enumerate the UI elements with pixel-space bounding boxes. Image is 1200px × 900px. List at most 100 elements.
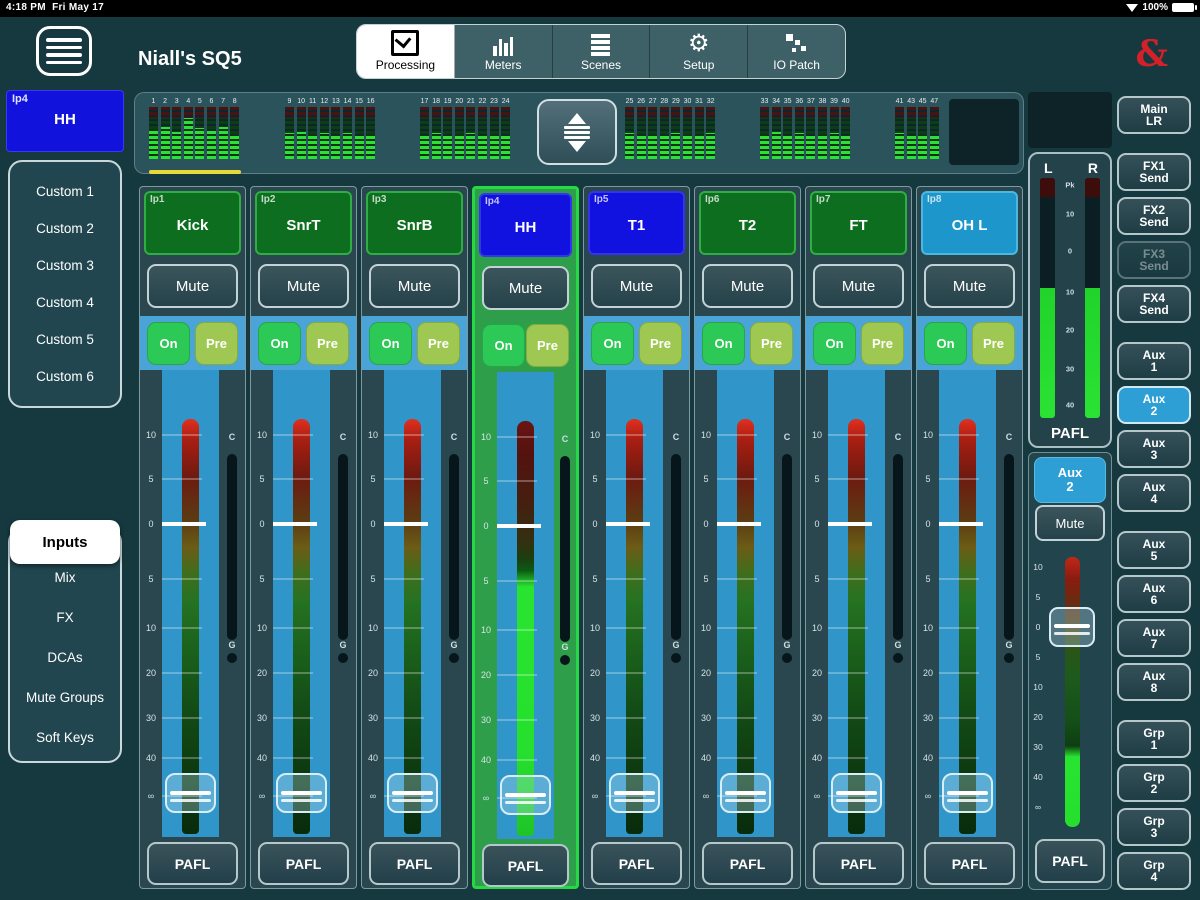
channel-name-button[interactable]: Ip5 T1	[588, 191, 685, 255]
aux-master-mute-button[interactable]: Mute	[1035, 505, 1105, 541]
mix-select-aux-5[interactable]: Aux 5	[1117, 531, 1191, 569]
channel-name-button[interactable]: Ip6 T2	[699, 191, 796, 255]
mix-select-aux-4[interactable]: Aux 4	[1117, 474, 1191, 512]
meter-bank-2[interactable]: 9 10 11 12 13 14 15 16	[285, 98, 377, 168]
send-on-button[interactable]: On	[813, 322, 856, 365]
channel-pafl-button[interactable]: PAFL	[147, 842, 238, 885]
nav-item-mute-groups[interactable]: Mute Groups	[10, 677, 120, 717]
channel-name-button[interactable]: Ip2 SnrT	[255, 191, 352, 255]
custom-layer-5[interactable]: Custom 5	[10, 332, 120, 347]
bank-scroll-control[interactable]	[537, 99, 617, 165]
aux-master-pafl-button[interactable]: PAFL	[1035, 839, 1105, 883]
channel-pafl-button[interactable]: PAFL	[702, 842, 793, 885]
channel-mute-button[interactable]: Mute	[591, 264, 682, 308]
main-pafl-button[interactable]: PAFL	[1030, 425, 1110, 442]
channel-pafl-button[interactable]: PAFL	[924, 842, 1015, 885]
meter-bank-1[interactable]: 12345678	[149, 98, 241, 174]
channel-mute-button[interactable]: Mute	[369, 264, 460, 308]
tab-scenes[interactable]: Scenes	[553, 25, 651, 78]
channel-name-button[interactable]: Ip4 HH	[479, 193, 572, 257]
send-pre-button[interactable]: Pre	[639, 322, 682, 365]
channel-mute-button[interactable]: Mute	[813, 264, 904, 308]
channel-mute-button[interactable]: Mute	[482, 266, 569, 310]
nav-item-soft-keys[interactable]: Soft Keys	[10, 717, 120, 757]
mix-select-grp-4[interactable]: Grp 4	[1117, 852, 1191, 890]
nav-item-inputs[interactable]: Inputs	[10, 520, 120, 564]
fader-handle[interactable]	[831, 773, 882, 813]
mix-select-fx4-send[interactable]: FX4 Send	[1117, 285, 1191, 323]
send-on-button[interactable]: On	[702, 322, 745, 365]
send-pre-button[interactable]: Pre	[417, 322, 460, 365]
aux-fader-handle[interactable]	[1049, 607, 1095, 647]
mix-select-fx3-send[interactable]: FX3 Send	[1117, 241, 1191, 279]
fader-handle[interactable]	[500, 775, 551, 815]
meter-bank-5[interactable]: 33 34 35 36 37 38 39 40	[760, 98, 852, 168]
mix-select-main-lr[interactable]: Main LR	[1117, 96, 1191, 134]
fader-handle[interactable]	[165, 773, 216, 813]
custom-layer-4[interactable]: Custom 4	[10, 295, 120, 310]
mix-select-aux-7[interactable]: Aux 7	[1117, 619, 1191, 657]
menu-button[interactable]	[36, 26, 92, 76]
channel-pafl-button[interactable]: PAFL	[258, 842, 349, 885]
fader-handle[interactable]	[387, 773, 438, 813]
mix-select-fx1-send[interactable]: FX1 Send	[1117, 153, 1191, 191]
meter-bank-3[interactable]: 17 18 19 20 21 22 23 24	[420, 98, 512, 168]
send-on-button[interactable]: On	[369, 322, 412, 365]
mix-select-grp-2[interactable]: Grp 2	[1117, 764, 1191, 802]
channel-mute-button[interactable]: Mute	[702, 264, 793, 308]
channel-mute-button[interactable]: Mute	[147, 264, 238, 308]
fader-handle[interactable]	[276, 773, 327, 813]
channel-name-button[interactable]: Ip1 Kick	[144, 191, 241, 255]
send-pre-button[interactable]: Pre	[526, 324, 569, 367]
send-on-button[interactable]: On	[924, 322, 967, 365]
fader-handle[interactable]	[609, 773, 660, 813]
channel-pafl-button[interactable]: PAFL	[482, 844, 569, 887]
mix-select-grp-3[interactable]: Grp 3	[1117, 808, 1191, 846]
mix-select-aux-2[interactable]: Aux 2	[1117, 386, 1191, 424]
nav-item-fx[interactable]: FX	[10, 597, 120, 637]
send-on-button[interactable]: On	[147, 322, 190, 365]
mix-select-aux-6[interactable]: Aux 6	[1117, 575, 1191, 613]
mix-button-line: 2	[1150, 782, 1158, 796]
channel-name-button[interactable]: Ip8 OH L	[921, 191, 1018, 255]
meter-bank-4[interactable]: 25 26 27 28 29 30 31 32	[625, 98, 717, 168]
send-pre-button[interactable]: Pre	[306, 322, 349, 365]
selected-channel-badge[interactable]: Ip4 HH	[6, 90, 124, 152]
tab-setup[interactable]: ⚙ Setup	[650, 25, 749, 78]
mini-meter	[906, 107, 916, 159]
channel-pafl-button[interactable]: PAFL	[591, 842, 682, 885]
mini-meter	[454, 107, 464, 159]
meter-bank-6[interactable]: 41 43 45 47	[895, 98, 943, 168]
custom-layer-1[interactable]: Custom 1	[10, 184, 120, 199]
send-pre-button[interactable]: Pre	[861, 322, 904, 365]
fader-scale-label: 5	[814, 473, 820, 484]
send-pre-button[interactable]: Pre	[972, 322, 1015, 365]
send-pre-button[interactable]: Pre	[750, 322, 793, 365]
send-on-button[interactable]: On	[258, 322, 301, 365]
channel-pafl-button[interactable]: PAFL	[813, 842, 904, 885]
channel-mute-button[interactable]: Mute	[258, 264, 349, 308]
channel-name-button[interactable]: Ip3 SnrB	[366, 191, 463, 255]
channel-pafl-button[interactable]: PAFL	[369, 842, 460, 885]
aux-master-name-button[interactable]: Aux 2	[1034, 457, 1106, 503]
channel-name-button[interactable]: Ip7 FT	[810, 191, 907, 255]
mix-select-aux-3[interactable]: Aux 3	[1117, 430, 1191, 468]
fader-handle[interactable]	[942, 773, 993, 813]
channel-mute-button[interactable]: Mute	[924, 264, 1015, 308]
custom-layer-6[interactable]: Custom 6	[10, 369, 120, 384]
mix-select-fx2-send[interactable]: FX2 Send	[1117, 197, 1191, 235]
mix-select-grp-1[interactable]: Grp 1	[1117, 720, 1191, 758]
fader-handle[interactable]	[720, 773, 771, 813]
tab-io-patch[interactable]: IO Patch	[748, 25, 845, 78]
meter-number: 6	[209, 98, 214, 105]
custom-layer-2[interactable]: Custom 2	[10, 221, 120, 236]
send-on-button[interactable]: On	[482, 324, 525, 367]
custom-layer-3[interactable]: Custom 3	[10, 258, 120, 273]
mix-select-aux-8[interactable]: Aux 8	[1117, 663, 1191, 701]
send-pre-button[interactable]: Pre	[195, 322, 238, 365]
nav-item-dcas[interactable]: DCAs	[10, 637, 120, 677]
mix-select-aux-1[interactable]: Aux 1	[1117, 342, 1191, 380]
send-on-button[interactable]: On	[591, 322, 634, 365]
tab-meters[interactable]: Meters	[455, 25, 553, 78]
tab-processing[interactable]: Processing	[357, 25, 455, 78]
